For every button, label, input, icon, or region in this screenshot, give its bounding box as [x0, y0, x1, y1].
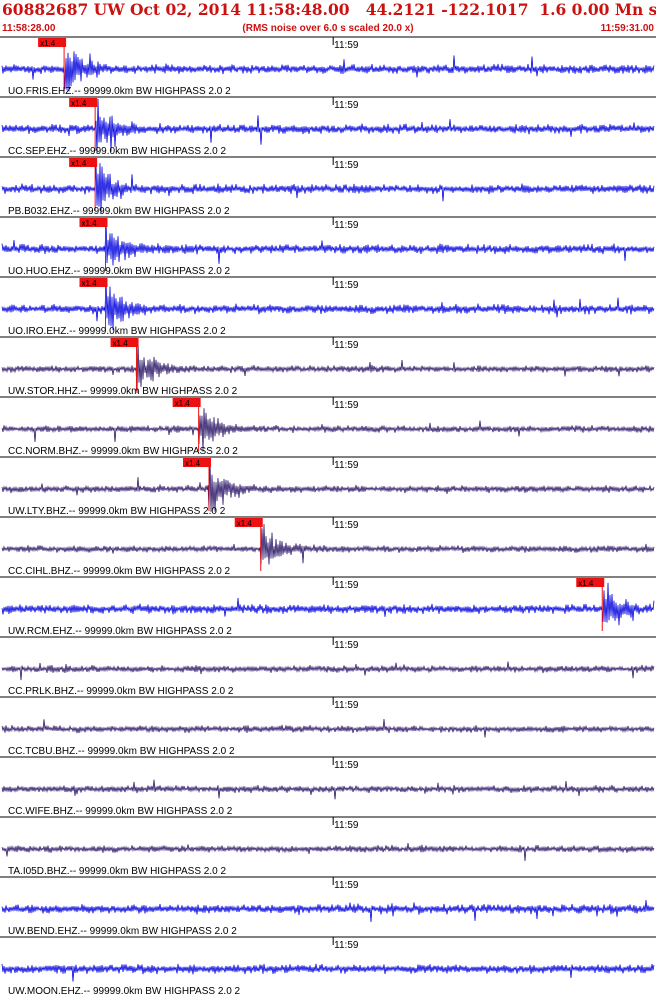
trace-label: UW.RCM.EHZ.-- 99999.0km BW HIGHPASS 2.0 …: [8, 626, 232, 637]
minute-label: 11:59: [334, 460, 359, 471]
trace-label: UO.IRO.EHZ.-- 99999.0km BW HIGHPASS 2.0 …: [8, 326, 226, 337]
waveform-trace: [1, 779, 655, 800]
waveform-trace: [1, 98, 655, 154]
trace-label: UW.STOR.HHZ.-- 99999.0km BW HIGHPASS 2.0…: [8, 386, 238, 397]
waveform-trace: [1, 582, 655, 626]
trace-label: CC.PRLK.BHZ.-- 99999.0km BW HIGHPASS 2.0…: [8, 686, 234, 697]
waveform-trace: [1, 963, 655, 982]
minute-label: 11:59: [334, 40, 359, 51]
seismogram-plot: 11:59 x1.4 UO.FRIS.EHZ.-- 99999.0km BW HIG…: [0, 36, 656, 997]
minute-label: 11:59: [334, 280, 359, 291]
minute-label: 11:59: [334, 100, 359, 111]
minute-label: 11:59: [334, 160, 359, 171]
minute-label: 11:59: [334, 520, 359, 531]
trace-label: TA.I05D.BHZ.-- 99999.0km BW HIGHPASS 2.0…: [8, 866, 226, 877]
pick-label: x1.4: [71, 99, 87, 108]
trace-label: CC.CIHL.BHZ.-- 99999.0km BW HIGHPASS 2.0…: [8, 566, 231, 577]
pick-label: x1.4: [175, 399, 191, 408]
minute-label: 11:59: [334, 760, 359, 771]
trace-label: UO.FRIS.EHZ.-- 99999.0km BW HIGHPASS 2.0…: [8, 86, 231, 97]
waveform-trace: [1, 899, 655, 923]
pick-label: x1.4: [578, 579, 594, 588]
waveform-trace: [1, 718, 655, 738]
waveform-trace: [1, 458, 655, 512]
minute-label: 11:59: [334, 400, 359, 411]
trace-label: CC.SEP.EHZ.-- 99999.0km BW HIGHPASS 2.0 …: [8, 146, 226, 157]
pick-label: x1.4: [81, 219, 97, 228]
pick-label: x1.4: [81, 279, 97, 288]
trace-label: UW.BEND.EHZ.-- 99999.0km BW HIGHPASS 2.0…: [8, 926, 237, 937]
pick-label: x1.4: [185, 459, 201, 468]
minute-label: 11:59: [334, 820, 359, 831]
minute-label: 11:59: [334, 880, 359, 891]
pick-label: x1.4: [237, 519, 253, 528]
minute-label: 11:59: [334, 340, 359, 351]
minute-label: 11:59: [334, 700, 359, 711]
waveform-trace: [1, 338, 655, 394]
trace-label: CC.TCBU.BHZ.-- 99999.0km BW HIGHPASS 2.0…: [8, 746, 235, 757]
trace-label: UO.HUO.EHZ.-- 99999.0km BW HIGHPASS 2.0 …: [8, 266, 231, 277]
minute-label: 11:59: [334, 640, 359, 651]
pick-label: x1.4: [113, 339, 129, 348]
waveform-trace: [1, 523, 655, 565]
minute-label: 11:59: [334, 940, 359, 951]
trace-label: PB.B032.EHZ.-- 99999.0km BW HIGHPASS 2.0…: [8, 206, 230, 217]
trace-label: UW.MOON.EHZ.-- 99999.0km BW HIGHPASS 2.0…: [8, 986, 241, 997]
pick-label: x1.4: [40, 39, 56, 48]
trace-label: UW.LTY.BHZ.-- 99999.0km BW HIGHPASS 2.0 …: [8, 506, 226, 517]
waveform-trace: [1, 661, 655, 681]
trace-label: CC.NORM.BHZ.-- 99999.0km BW HIGHPASS 2.0…: [8, 446, 238, 457]
minute-label: 11:59: [334, 580, 359, 591]
pick-label: x1.4: [71, 159, 87, 168]
minute-label: 11:59: [334, 220, 359, 231]
waveform-trace: [1, 843, 655, 862]
trace-label: CC.WIFE.BHZ.-- 99999.0km BW HIGHPASS 2.0…: [8, 806, 233, 817]
